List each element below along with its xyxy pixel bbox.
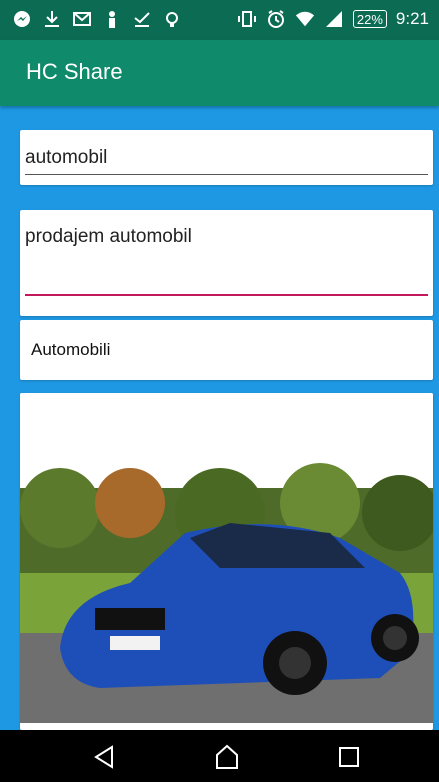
category-spinner[interactable]: Automobili — [20, 320, 433, 380]
status-right-icons: 22% 9:21 — [237, 9, 429, 29]
recents-icon[interactable] — [336, 744, 362, 770]
car-image — [20, 393, 433, 730]
alarm-icon — [266, 9, 286, 29]
done-icon — [132, 9, 152, 29]
signal-icon — [324, 9, 344, 29]
image-card[interactable] — [20, 393, 433, 730]
title-input[interactable] — [25, 142, 428, 175]
description-card: prodajem automobil — [20, 210, 433, 316]
vibrate-icon — [237, 9, 257, 29]
category-value: Automobili — [31, 340, 111, 359]
description-input[interactable]: prodajem automobil — [25, 222, 428, 296]
app-title: HC Share — [26, 59, 123, 84]
download-icon — [42, 9, 62, 29]
lightbulb-icon — [162, 9, 182, 29]
home-icon[interactable] — [214, 744, 240, 770]
clock: 9:21 — [395, 9, 429, 28]
title-card — [20, 130, 433, 185]
app-bar: HC Share — [0, 40, 439, 106]
messenger-icon — [12, 9, 32, 29]
person-icon — [102, 9, 122, 29]
wifi-icon — [295, 9, 315, 29]
status-bar: 22% 9:21 — [0, 0, 439, 40]
status-left-icons — [12, 9, 182, 29]
navigation-bar — [0, 730, 439, 782]
back-icon[interactable] — [92, 744, 118, 770]
gmail-icon — [72, 9, 92, 29]
battery-indicator: 22% — [352, 10, 387, 28]
